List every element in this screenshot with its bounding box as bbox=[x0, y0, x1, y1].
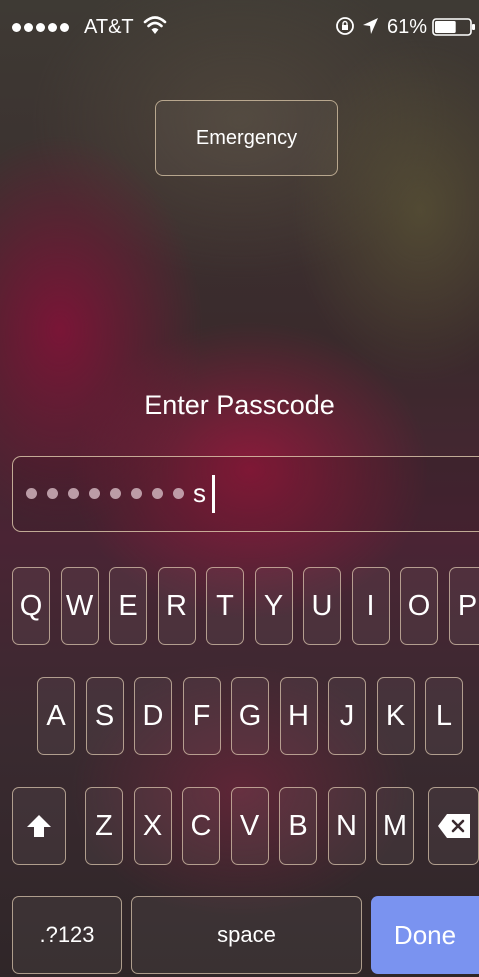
space-key[interactable]: space bbox=[131, 896, 362, 974]
shift-key[interactable] bbox=[12, 787, 66, 865]
key-c[interactable]: C bbox=[182, 787, 220, 865]
key-e[interactable]: E bbox=[109, 567, 147, 645]
signal-strength-icon bbox=[12, 23, 69, 32]
key-j[interactable]: J bbox=[328, 677, 366, 755]
battery-fill bbox=[435, 21, 456, 33]
text-cursor bbox=[212, 475, 215, 513]
shift-arrow-icon bbox=[27, 815, 51, 837]
key-u[interactable]: U bbox=[303, 567, 341, 645]
key-k[interactable]: K bbox=[376, 677, 415, 755]
masked-dot bbox=[68, 488, 79, 499]
key-l[interactable]: L bbox=[425, 677, 463, 755]
emergency-button[interactable]: Emergency bbox=[155, 100, 338, 176]
key-m[interactable]: M bbox=[376, 787, 414, 865]
masked-dot bbox=[47, 488, 58, 499]
key-a[interactable]: A bbox=[37, 677, 75, 755]
typed-character: s bbox=[193, 478, 206, 508]
carrier-name: AT&T bbox=[84, 16, 134, 38]
key-i[interactable]: I bbox=[351, 567, 390, 645]
orientation-lock-icon bbox=[336, 17, 354, 35]
masked-dot bbox=[131, 488, 142, 499]
battery-icon bbox=[432, 18, 475, 36]
masked-characters bbox=[26, 488, 184, 499]
key-p[interactable]: P bbox=[448, 567, 479, 645]
passcode-input[interactable]: s bbox=[12, 456, 479, 532]
key-z[interactable]: Z bbox=[85, 787, 123, 865]
battery-percentage: 61% bbox=[387, 16, 428, 38]
masked-dot bbox=[89, 488, 100, 499]
key-w[interactable]: W bbox=[60, 567, 99, 645]
key-y[interactable]: Y bbox=[254, 567, 293, 645]
key-g[interactable]: G bbox=[231, 677, 269, 755]
key-h[interactable]: H bbox=[279, 677, 318, 755]
key-b[interactable]: B bbox=[279, 787, 317, 865]
key-r[interactable]: R bbox=[157, 567, 196, 645]
masked-dot bbox=[173, 488, 184, 499]
backspace-icon bbox=[437, 814, 470, 838]
location-arrow-icon bbox=[363, 18, 378, 34]
key-x[interactable]: X bbox=[133, 787, 172, 865]
key-s[interactable]: S bbox=[85, 677, 124, 755]
key-d[interactable]: D bbox=[134, 677, 172, 755]
key-t[interactable]: T bbox=[206, 567, 244, 645]
wifi-icon bbox=[143, 16, 167, 34]
key-v[interactable]: V bbox=[230, 787, 269, 865]
key-n[interactable]: N bbox=[327, 787, 366, 865]
delete-key[interactable] bbox=[428, 787, 479, 865]
passcode-prompt: Enter Passcode bbox=[144, 390, 335, 420]
status-bar: AT&T 61% bbox=[0, 0, 479, 46]
masked-dot bbox=[26, 488, 37, 499]
masked-dot bbox=[110, 488, 121, 499]
key-f[interactable]: F bbox=[182, 677, 221, 755]
key-q[interactable]: Q bbox=[12, 567, 50, 645]
key-o[interactable]: O bbox=[400, 567, 438, 645]
masked-dot bbox=[152, 488, 163, 499]
numbers-key[interactable]: .?123 bbox=[12, 896, 122, 974]
done-key[interactable]: Done bbox=[371, 896, 479, 974]
